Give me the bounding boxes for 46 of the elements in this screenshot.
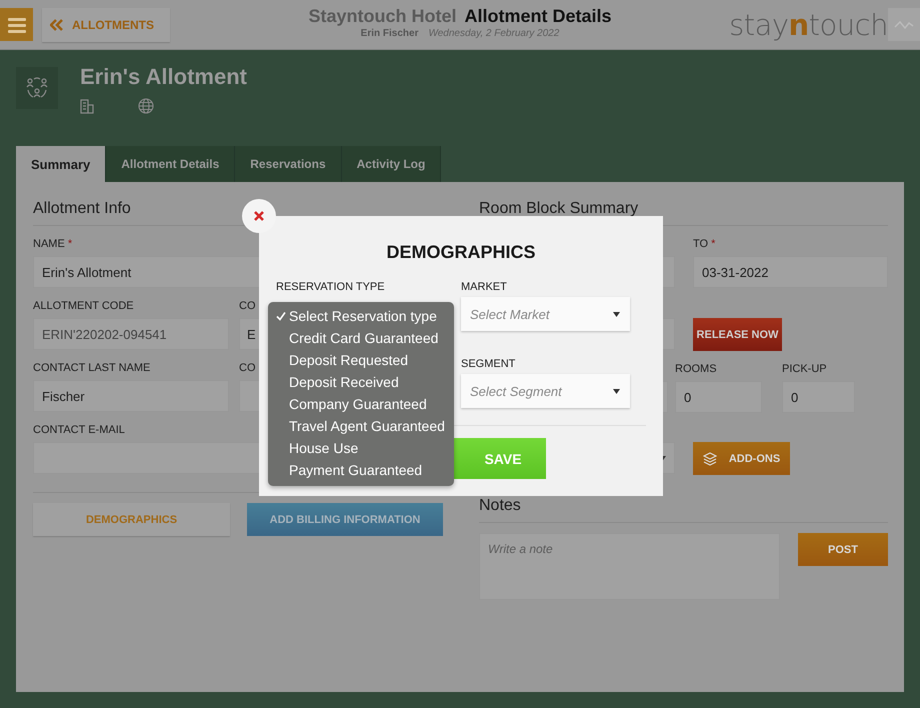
logo: stayntouch (729, 8, 888, 42)
field-label: ALLOTMENT CODE (33, 300, 134, 313)
rooms-field[interactable]: 0 (675, 381, 762, 413)
note-field[interactable]: Write a note (479, 533, 780, 600)
dropdown-option[interactable]: Deposit Received (268, 371, 454, 393)
tab[interactable]: Activity Log (342, 146, 442, 182)
field-label: CO (239, 362, 256, 375)
segment-select[interactable]: Select Segment (461, 374, 630, 408)
field-label: ROOMS (675, 363, 717, 376)
dropdown-option[interactable]: Deposit Requested (268, 349, 454, 371)
field-label: PICK-UP (782, 363, 827, 376)
dropdown-option[interactable]: Company Guaranteed (268, 393, 454, 415)
tab[interactable]: Summary (16, 146, 106, 182)
hotel-name: Stayntouch Hotel (308, 6, 456, 27)
add-ons-button[interactable]: ADD-ONS (693, 442, 790, 475)
to-date-field[interactable]: 03-31-2022 (693, 256, 888, 288)
menu-button[interactable] (0, 8, 33, 41)
business-date: Wednesday, 2 February 2022 (428, 28, 560, 39)
post-button[interactable]: POST (798, 533, 888, 566)
contact-last-name-field[interactable]: Fischer (33, 380, 229, 412)
group-icon (25, 77, 49, 99)
field-label: CONTACT LAST NAME (33, 362, 150, 375)
field-label: TO * (693, 238, 716, 251)
user-name: Erin Fischer (360, 28, 418, 39)
field-label: SEGMENT (461, 358, 516, 370)
tab[interactable]: Reservations (235, 146, 342, 182)
pick-up-field[interactable]: 0 (782, 381, 855, 413)
page-title: Allotment Details (464, 6, 612, 27)
close-icon (254, 211, 264, 221)
field-label: CO (239, 300, 256, 313)
release-now-button[interactable]: RELEASE NOW (693, 318, 782, 351)
market-select[interactable]: Select Market (461, 297, 630, 331)
double-chevron-icon (50, 18, 64, 30)
tab[interactable]: Allotment Details (106, 146, 236, 182)
menu-icon (8, 16, 26, 32)
dropdown-option[interactable]: Travel Agent Guaranteed (268, 415, 454, 437)
building-icon[interactable] (80, 98, 94, 114)
caret-icon (613, 388, 620, 394)
layers-icon (702, 452, 717, 466)
dropdown-option[interactable]: Credit Card Guaranteed (268, 327, 454, 349)
field-label: CONTACT E-MAIL (33, 424, 125, 437)
allotment-title: Erin's Allotment (80, 64, 247, 90)
dropdown-option[interactable]: Select Reservation type (268, 305, 454, 327)
field-label: NAME * (33, 238, 72, 251)
globe-icon[interactable] (138, 98, 154, 114)
field-label: MARKET (461, 281, 508, 293)
